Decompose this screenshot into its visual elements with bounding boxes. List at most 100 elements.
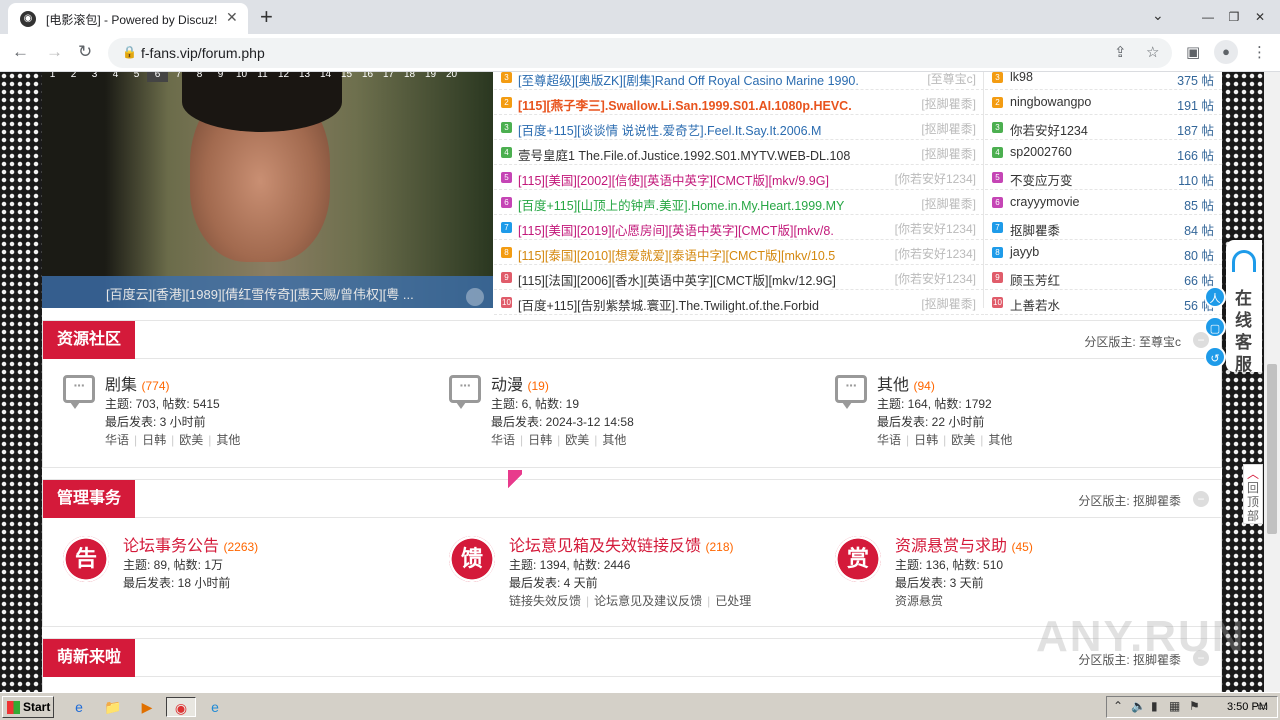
subforum-link[interactable]: 欧美	[951, 433, 975, 447]
poster-row[interactable]: 3 lk98 375 帖	[985, 72, 1222, 90]
thread-row[interactable]: 8 [115][泰国][2010][想爱就爱][泰语中字][CMCT版][mkv/…	[494, 240, 984, 265]
poster-name[interactable]: lk98	[1010, 72, 1033, 84]
vertical-scrollbar[interactable]	[1264, 72, 1280, 692]
slide-number[interactable]: 8	[189, 72, 210, 82]
back-to-top-button[interactable]: ︿ 回顶部	[1243, 464, 1263, 524]
forum-last-post[interactable]: 最后发表: 3 小时前	[105, 413, 206, 430]
forum-last-post[interactable]: 最后发表: 3 天前	[895, 574, 984, 591]
slide-number[interactable]: 14	[315, 72, 336, 82]
speech-bubble-icon[interactable]: ···	[835, 375, 867, 409]
edge-icon[interactable]: e	[204, 697, 226, 717]
poster-name[interactable]: 你若安好1234	[1010, 120, 1088, 139]
thread-author[interactable]: [抠脚瞿黍]	[921, 145, 976, 162]
thread-row[interactable]: 2 [115][燕子李三].Swallow.Li.San.1999.S01.AI.…	[494, 90, 984, 115]
slide-number[interactable]: 1	[42, 72, 63, 82]
battery-icon[interactable]: ▮	[1151, 699, 1158, 713]
forum-name[interactable]: 其他	[877, 377, 909, 394]
poster-row[interactable]: 2 ningbowangpo 191 帖	[985, 90, 1222, 115]
forum-name-link[interactable]: 其他 (94)	[877, 371, 935, 395]
thread-author[interactable]: [至尊宝c]	[927, 72, 976, 87]
forum-name-link[interactable]: 剧集 (774)	[105, 371, 169, 395]
tab-search-icon[interactable]: ⌄	[1152, 7, 1164, 24]
slide-number[interactable]: 4	[105, 72, 126, 82]
thread-title[interactable]: [至尊超级][奥版ZK][剧集]Rand Off Royal Casino Ma…	[518, 72, 873, 89]
featured-slideshow[interactable]: 1 2 3 4 5 6 7 8 9 10 11 12 13 14 15 16 17 18 19 20 [百度云][香港…	[42, 72, 493, 308]
slide-number[interactable]: 7	[168, 72, 189, 82]
subforum-link[interactable]: 其他	[602, 433, 626, 447]
thread-author[interactable]: [抠脚瞿黍]	[921, 295, 976, 312]
poster-name[interactable]: jayyb	[1010, 245, 1039, 259]
forward-arrow-icon[interactable]: →	[46, 42, 63, 62]
slide-number[interactable]: 6	[147, 72, 168, 82]
slide-number[interactable]: 5	[126, 72, 147, 82]
thread-author[interactable]: [抠脚瞿黍]	[921, 120, 976, 137]
poster-row[interactable]: 10 上善若水 56 帖	[985, 290, 1222, 315]
thread-row[interactable]: 5 [115][美国][2002][信使][英语中英字][CMCT版][mkv/9…	[494, 165, 984, 190]
subforum-link[interactable]: 其他	[216, 433, 240, 447]
slide-number[interactable]: 18	[399, 72, 420, 82]
slide-number[interactable]: 11	[252, 72, 273, 82]
forum-name[interactable]: 动漫	[491, 377, 523, 394]
slide-number[interactable]: 9	[210, 72, 231, 82]
poster-row[interactable]: 3 你若安好1234 187 帖	[985, 115, 1222, 140]
contact-person-icon[interactable]: 人	[1204, 286, 1226, 308]
thread-title[interactable]: [115][法国][2006][香水][英语中英字][CMCT版][mkv/12…	[518, 270, 873, 289]
contact-refresh-icon[interactable]: ↺	[1204, 346, 1226, 368]
forum-name-link[interactable]: 论坛意见箱及失效链接反馈 (218)	[509, 532, 733, 556]
media-player-icon[interactable]: ▶	[136, 697, 158, 717]
subforum-link[interactable]: 链接失效反馈	[509, 594, 581, 608]
subforum-link[interactable]: 日韩	[914, 433, 938, 447]
slide-number[interactable]: 20	[441, 72, 462, 82]
thread-title[interactable]: [百度+115][山顶上的钟声.美亚].Home.in.My.Heart.199…	[518, 195, 873, 214]
action-center-flag-icon[interactable]: ⚑	[1189, 699, 1200, 713]
subforum-link[interactable]: 欧美	[179, 433, 203, 447]
forum-name[interactable]: 剧集	[105, 377, 137, 394]
slide-number[interactable]: 10	[231, 72, 252, 82]
poster-name[interactable]: 抠脚瞿黍	[1010, 220, 1060, 239]
new-tab-button[interactable]: +	[260, 4, 273, 30]
section-moderator[interactable]: 分区版主: 抠脚瞿黍	[1078, 492, 1181, 509]
section-title[interactable]: 管理事务	[43, 480, 136, 518]
forum-badge-icon[interactable]: 馈	[449, 536, 495, 582]
ie-icon[interactable]: e	[68, 697, 90, 717]
speech-bubble-icon[interactable]: ···	[449, 375, 481, 409]
subforum-link[interactable]: 日韩	[142, 433, 166, 447]
forum-last-post[interactable]: 最后发表: 18 小时前	[123, 574, 230, 591]
thread-title[interactable]: [115][美国][2019][心愿房间][英语中英字][CMCT版][mkv/…	[518, 220, 873, 239]
poster-name[interactable]: ningbowangpo	[1010, 95, 1091, 109]
thread-title[interactable]: 壹号皇庭1 The.File.of.Justice.1992.S01.MYTV.…	[518, 145, 873, 164]
address-url[interactable]: f-fans.vip/forum.php	[141, 45, 265, 61]
speech-bubble-icon[interactable]: ···	[63, 375, 95, 409]
thread-author[interactable]: [你若安好1234]	[895, 270, 976, 287]
thread-author[interactable]: [抠脚瞿黍]	[921, 195, 976, 212]
forum-last-post[interactable]: 最后发表: 22 小时前	[877, 413, 984, 430]
tray-expand-icon[interactable]: ⌃	[1113, 699, 1123, 713]
subforum-link[interactable]: 华语	[877, 433, 901, 447]
browser-tab[interactable]: ◉ [电影滚包] - Powered by Discuz! ✕	[8, 3, 248, 34]
thread-author[interactable]: [你若安好1234]	[895, 170, 976, 187]
forum-badge-icon[interactable]: 告	[63, 536, 109, 582]
thread-title[interactable]: [115][泰国][2010][想爱就爱][泰语中字][CMCT版][mkv/1…	[518, 245, 873, 264]
poster-row[interactable]: 8 jayyb 80 帖	[985, 240, 1222, 265]
thread-author[interactable]: [你若安好1234]	[895, 245, 976, 262]
forum-name[interactable]: 论坛意见箱及失效链接反馈	[509, 538, 701, 555]
slide-caption[interactable]: [百度云][香港][1989][倩红雪传奇][惠天赐/曾伟权][粤 ...	[106, 284, 414, 303]
thread-author[interactable]: [你若安好1234]	[895, 220, 976, 237]
forum-last-post[interactable]: 最后发表: 4 天前	[509, 574, 598, 591]
bookmark-star-icon[interactable]: ☆	[1146, 43, 1159, 61]
address-bar[interactable]: 🔒 f-fans.vip/forum.php ⇪ ☆	[108, 38, 1172, 68]
subforum-link[interactable]: 论坛意见及建议反馈	[594, 594, 702, 608]
poster-row[interactable]: 5 不变应万变 110 帖	[985, 165, 1222, 190]
volume-icon[interactable]: 🔈	[1131, 699, 1146, 713]
forum-badge-icon[interactable]: 赏	[835, 536, 881, 582]
slide-number[interactable]: 13	[294, 72, 315, 82]
subforum-link[interactable]: 资源悬赏	[895, 594, 943, 608]
subforum-link[interactable]: 华语	[105, 433, 129, 447]
thread-row[interactable]: 7 [115][美国][2019][心愿房间][英语中英字][CMCT版][mkv…	[494, 215, 984, 240]
thread-row[interactable]: 3 [百度+115][谈谈情 说说性.爱奇艺].Feel.It.Say.It.20…	[494, 115, 984, 140]
close-window-button[interactable]: ✕	[1248, 10, 1272, 24]
share-icon[interactable]: ⇪	[1114, 43, 1127, 61]
chrome-icon[interactable]: ◉	[166, 697, 196, 717]
forum-name[interactable]: 论坛事务公告	[123, 538, 219, 555]
slide-number[interactable]: 3	[84, 72, 105, 82]
